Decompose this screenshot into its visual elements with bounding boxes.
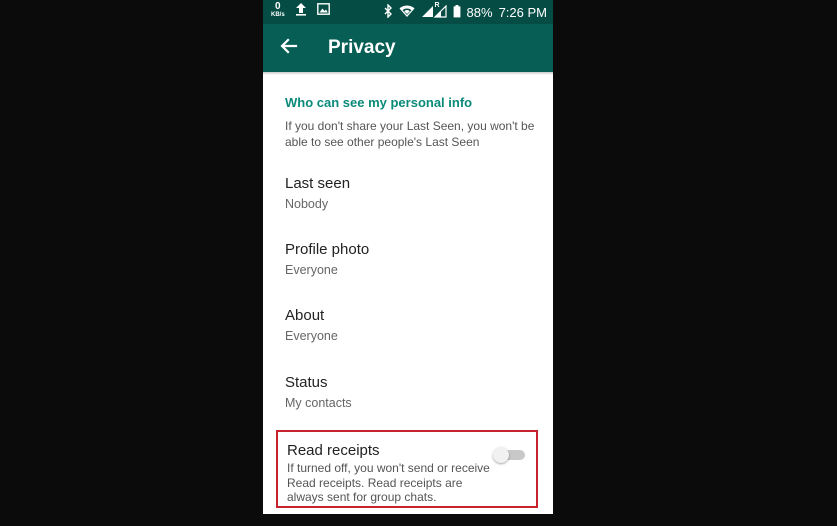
battery-percentage: 88%: [466, 5, 493, 20]
upload-icon: [295, 2, 307, 19]
status-bar: 0 KB/s R 88% 7:26 PM: [263, 0, 553, 24]
setting-title: Status: [285, 374, 328, 391]
status-right: R 88% 7:26 PM: [384, 1, 547, 21]
back-arrow-icon: [280, 38, 298, 54]
network-speed-unit: KB/s: [271, 11, 285, 18]
last-seen-setting[interactable]: Last seen Nobody: [285, 175, 535, 211]
read-receipts-setting[interactable]: Read receipts If turned off, you won't s…: [276, 430, 538, 508]
toggle-thumb: [493, 447, 509, 463]
setting-value: Everyone: [285, 263, 338, 277]
read-receipts-title: Read receipts: [287, 442, 380, 459]
network-type-badge: R: [434, 1, 440, 9]
network-speed-value: 0: [275, 0, 281, 12]
setting-value: Nobody: [285, 197, 329, 211]
profile-photo-setting[interactable]: Profile photo Everyone: [285, 241, 535, 277]
section-description: If you don't share your Last Seen, you w…: [285, 119, 535, 149]
setting-value: My contacts: [285, 396, 352, 410]
setting-value: Everyone: [285, 329, 338, 343]
back-button[interactable]: [277, 34, 301, 58]
phone-screen: 0 KB/s R 88% 7:26 PM Privacy Who can see…: [263, 0, 553, 514]
network-speed: 0 KB/s: [271, 0, 285, 19]
setting-title: Last seen: [285, 175, 351, 192]
about-setting[interactable]: About Everyone: [285, 307, 535, 343]
app-bar-shadow: [263, 72, 553, 75]
status-left: 0 KB/s: [271, 0, 330, 19]
wifi-icon: [399, 5, 415, 21]
section-header: Who can see my personal info: [285, 95, 473, 110]
read-receipts-description: If turned off, you won't send or receive…: [287, 461, 490, 504]
app-bar: Privacy: [263, 24, 553, 72]
page-title: Privacy: [328, 37, 396, 58]
battery-icon: [453, 4, 461, 21]
signal-icon: R: [421, 1, 447, 21]
read-receipts-toggle[interactable]: [493, 447, 527, 463]
status-setting[interactable]: Status My contacts: [285, 374, 535, 410]
bluetooth-icon: [384, 3, 393, 21]
image-icon: [316, 3, 330, 18]
clock: 7:26 PM: [498, 5, 547, 20]
setting-title: About: [285, 307, 325, 324]
setting-title: Profile photo: [285, 241, 370, 258]
